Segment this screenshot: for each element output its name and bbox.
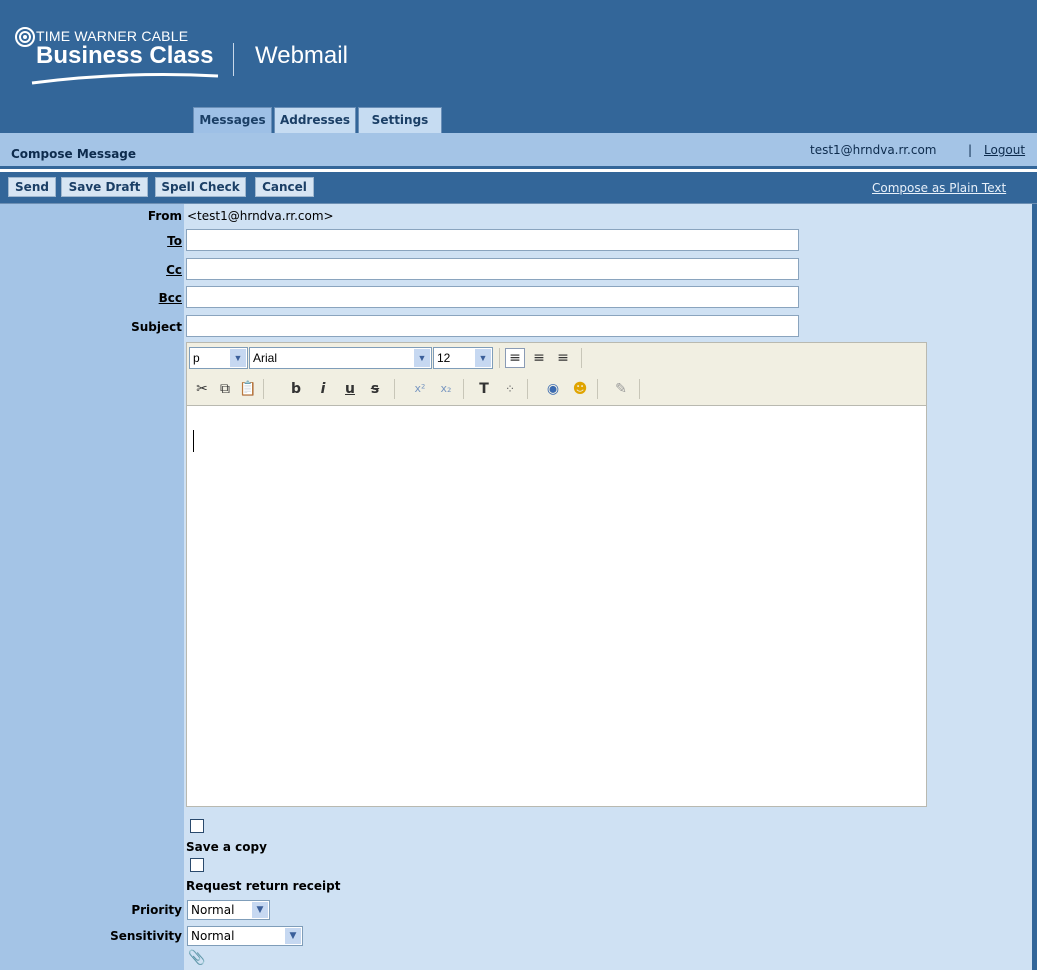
- toolbar-divider: [581, 348, 582, 368]
- tab-addresses[interactable]: Addresses: [274, 107, 356, 133]
- sensitivity-label: Sensitivity: [110, 929, 182, 943]
- toolbar-divider: [527, 379, 528, 399]
- bcc-label-link[interactable]: Bcc: [159, 291, 182, 305]
- subject-label: Subject: [131, 320, 182, 334]
- strikethrough-icon[interactable]: s: [365, 379, 385, 399]
- highlight-icon[interactable]: ⁘: [500, 379, 520, 399]
- chevron-down-icon: ▼: [230, 349, 246, 367]
- tab-settings[interactable]: Settings: [358, 107, 442, 133]
- block-format-select[interactable]: p ▼: [189, 347, 248, 369]
- priority-label: Priority: [131, 903, 182, 917]
- attachment-paperclip-icon[interactable]: 📎: [188, 950, 205, 966]
- cut-icon[interactable]: ✂: [192, 379, 212, 399]
- toolbar-divider: [597, 379, 598, 399]
- chevron-down-icon: ▼: [285, 928, 301, 944]
- toolbar-divider: [639, 379, 640, 399]
- font-family-select[interactable]: Arial ▼: [249, 347, 432, 369]
- editor-toolbar: p ▼ Arial ▼ 12 ▼ ≡ ≡ ≡ ✂ ⧉ 📋 b i u s x² …: [186, 342, 927, 405]
- twc-eye-icon: [15, 27, 35, 47]
- from-label: From: [147, 209, 182, 223]
- paste-icon[interactable]: 📋: [238, 379, 258, 399]
- user-email: test1@hrndva.rr.com: [810, 143, 937, 157]
- send-button[interactable]: Send: [8, 177, 56, 197]
- label-column: [0, 204, 184, 970]
- toolbar-divider: [394, 379, 395, 399]
- align-center-icon[interactable]: ≡: [529, 348, 549, 368]
- subscript-icon[interactable]: x₂: [436, 379, 456, 399]
- toolbar-divider: [499, 348, 500, 368]
- underline-icon[interactable]: u: [340, 379, 360, 399]
- sensitivity-select[interactable]: Normal ▼: [187, 926, 303, 946]
- form-right-border: [1032, 204, 1037, 970]
- toolbar-divider: [463, 379, 464, 399]
- copy-icon[interactable]: ⧉: [215, 379, 235, 399]
- spell-check-button[interactable]: Spell Check: [155, 177, 246, 197]
- insert-link-icon[interactable]: ◉: [543, 379, 563, 399]
- bcc-field[interactable]: [186, 286, 799, 308]
- priority-value: Normal: [191, 903, 235, 917]
- toolbar-divider: [263, 379, 264, 399]
- bold-icon[interactable]: b: [286, 379, 306, 399]
- block-format-value: p: [193, 351, 200, 365]
- text-color-icon[interactable]: T: [474, 379, 494, 399]
- sensitivity-value: Normal: [191, 929, 235, 943]
- align-right-icon[interactable]: ≡: [553, 348, 573, 368]
- signature-icon[interactable]: ✎: [611, 379, 631, 399]
- return-receipt-checkbox[interactable]: [190, 858, 204, 872]
- titlebar-separator: |: [968, 143, 973, 157]
- brand-divider: [233, 43, 234, 76]
- priority-select[interactable]: Normal ▼: [187, 900, 270, 920]
- save-draft-button[interactable]: Save Draft: [61, 177, 148, 197]
- italic-icon[interactable]: i: [313, 379, 333, 399]
- emoticon-icon[interactable]: ☻: [570, 379, 590, 399]
- cc-label-link[interactable]: Cc: [166, 263, 182, 277]
- message-body-editor[interactable]: [186, 405, 927, 807]
- compose-titlebar: Compose Message test1@hrndva.rr.com | Lo…: [0, 133, 1037, 169]
- chevron-down-icon: ▼: [414, 349, 430, 367]
- font-size-value: 12: [437, 351, 451, 365]
- tab-messages[interactable]: Messages: [193, 107, 272, 133]
- font-size-select[interactable]: 12 ▼: [433, 347, 493, 369]
- align-left-icon[interactable]: ≡: [505, 348, 525, 368]
- product-name: Webmail: [255, 42, 348, 69]
- cancel-button[interactable]: Cancel: [255, 177, 314, 197]
- superscript-icon[interactable]: x²: [410, 379, 430, 399]
- save-copy-label: Save a copy: [186, 840, 267, 854]
- chevron-down-icon: ▼: [475, 349, 491, 367]
- text-cursor: [193, 430, 194, 452]
- save-copy-checkbox[interactable]: [190, 819, 204, 833]
- from-value: <test1@hrndva.rr.com>: [187, 209, 334, 223]
- logout-link[interactable]: Logout: [984, 143, 1025, 157]
- compose-action-bar: Send Save Draft Spell Check Cancel Compo…: [0, 172, 1037, 204]
- compose-plain-text-link[interactable]: Compose as Plain Text: [872, 181, 1006, 195]
- to-field[interactable]: [186, 229, 799, 251]
- chevron-down-icon: ▼: [252, 902, 268, 918]
- return-receipt-label: Request return receipt: [186, 879, 341, 893]
- to-label-link[interactable]: To: [167, 234, 182, 248]
- brand-swoosh-icon: [31, 73, 219, 85]
- cc-field[interactable]: [186, 258, 799, 280]
- subject-field[interactable]: [186, 315, 799, 337]
- app-header: TIME WARNER CABLE Business Class Webmail…: [0, 0, 1037, 133]
- font-family-value: Arial: [253, 351, 278, 365]
- page-title: Compose Message: [11, 147, 137, 161]
- brand-line2: Business Class: [36, 42, 214, 69]
